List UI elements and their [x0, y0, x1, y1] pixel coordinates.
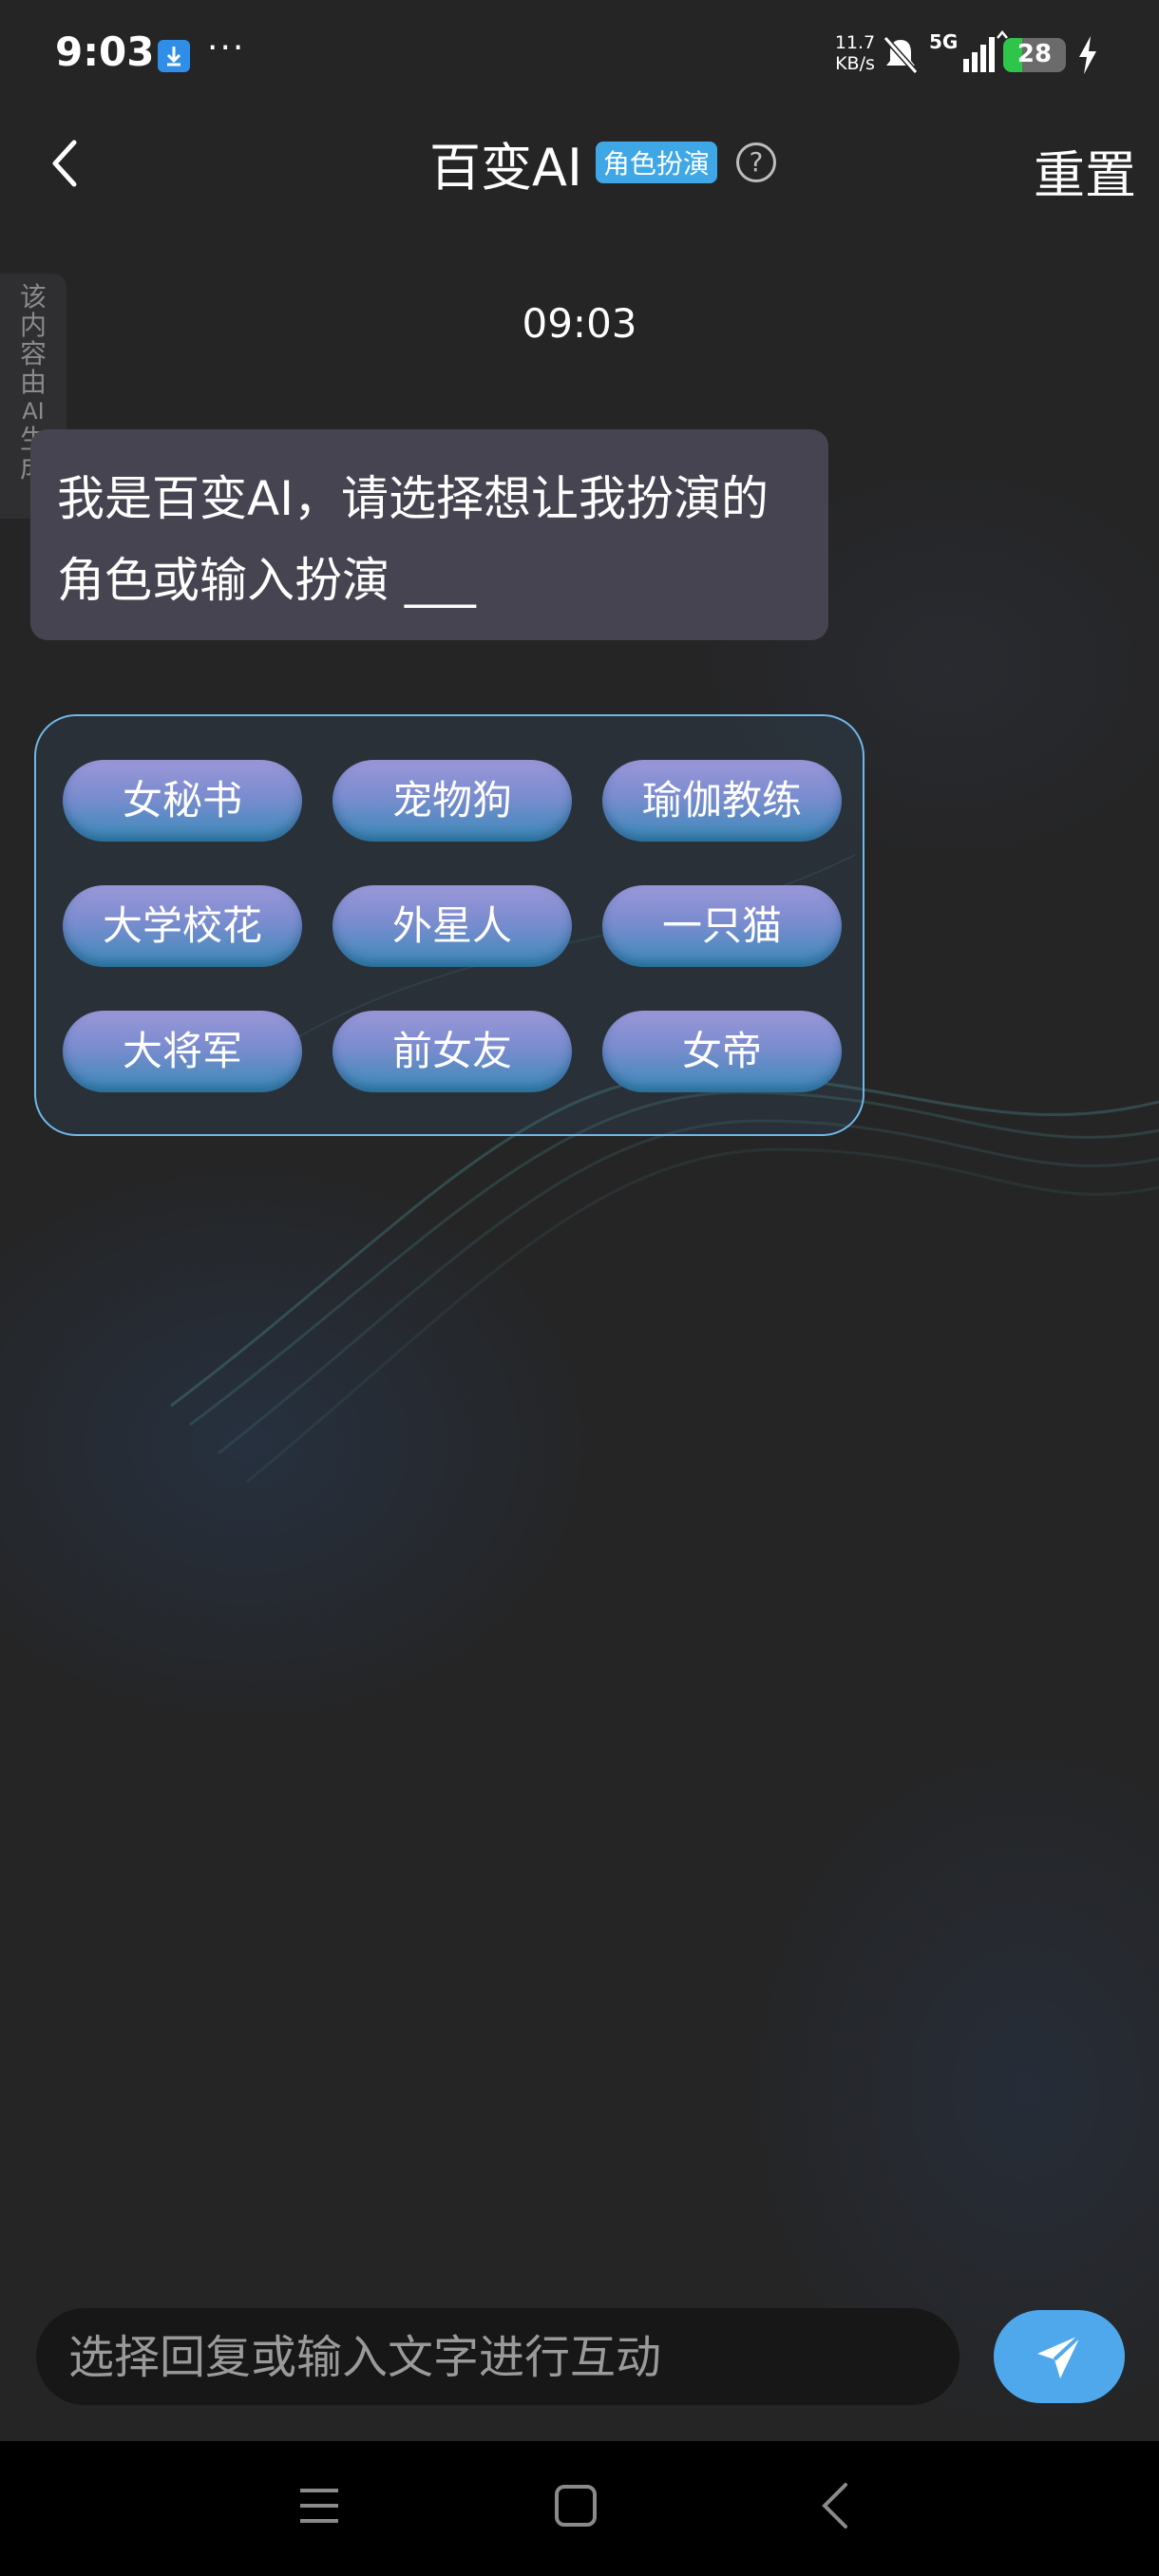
message-input[interactable]	[66, 2308, 925, 2407]
ai-tag-char: 由	[19, 367, 47, 398]
nav-back-icon[interactable]	[815, 2481, 853, 2534]
wave-decoration	[170, 854, 1159, 1484]
ai-tag-char: AI	[22, 398, 45, 425]
reset-button[interactable]: 重置	[1034, 133, 1136, 208]
battery-level: 28	[1016, 40, 1053, 68]
role-option-button[interactable]: 女帝	[602, 1011, 842, 1092]
role-option-button[interactable]: 大将军	[63, 1011, 302, 1092]
mute-bell-icon	[882, 34, 920, 80]
role-option-button[interactable]: 前女友	[332, 1011, 572, 1092]
network-speed-value: 11.7	[834, 32, 876, 53]
role-option-button[interactable]: 一只猫	[602, 885, 842, 967]
charging-icon	[1075, 34, 1100, 80]
network-speed-unit: KB/s	[835, 53, 875, 74]
role-option-button[interactable]: 外星人	[332, 885, 572, 967]
role-option-button[interactable]: 大学校花	[63, 885, 302, 967]
role-option-button[interactable]: 瑜伽教练	[602, 760, 842, 842]
send-icon	[1037, 2333, 1083, 2378]
home-icon[interactable]	[553, 2483, 598, 2532]
battery-icon: 28	[1003, 38, 1066, 72]
back-button[interactable]	[38, 133, 99, 194]
title-group: 百变AI 角色扮演 ?	[429, 129, 776, 198]
send-button[interactable]	[994, 2310, 1125, 2403]
role-option-button[interactable]: 宠物狗	[332, 760, 572, 842]
system-nav-bar	[0, 2441, 1159, 2576]
chevron-left-icon	[52, 140, 77, 187]
ai-message-bubble: 我是百变AI，请选择想让我扮演的角色或输入扮演 ___	[30, 429, 828, 640]
more-notifications-icon: ···	[207, 28, 246, 67]
message-timestamp: 09:03	[522, 300, 637, 347]
app-header: 百变AI 角色扮演 ? 重置	[0, 112, 1159, 217]
network-speed: 11.7 KB/s	[832, 32, 878, 74]
mode-badge: 角色扮演	[595, 142, 717, 183]
background-pattern	[0, 0, 1159, 2576]
message-input-container	[36, 2308, 960, 2407]
download-icon	[158, 40, 190, 72]
role-option-button[interactable]: 女秘书	[63, 760, 302, 842]
recent-apps-icon[interactable]	[296, 2483, 342, 2532]
help-icon[interactable]: ?	[735, 142, 776, 182]
page-title: 百变AI	[429, 137, 582, 198]
role-options-panel: 女秘书 宠物狗 瑜伽教练 大学校花 外星人 一只猫 大将军 前女友 女帝	[34, 714, 864, 1136]
signal-icon	[961, 36, 996, 76]
network-type: 5G	[929, 30, 959, 53]
status-time: 9:03	[55, 28, 155, 75]
status-bar: 9:03 ··· 11.7 KB/s 5G 28	[0, 0, 1159, 112]
